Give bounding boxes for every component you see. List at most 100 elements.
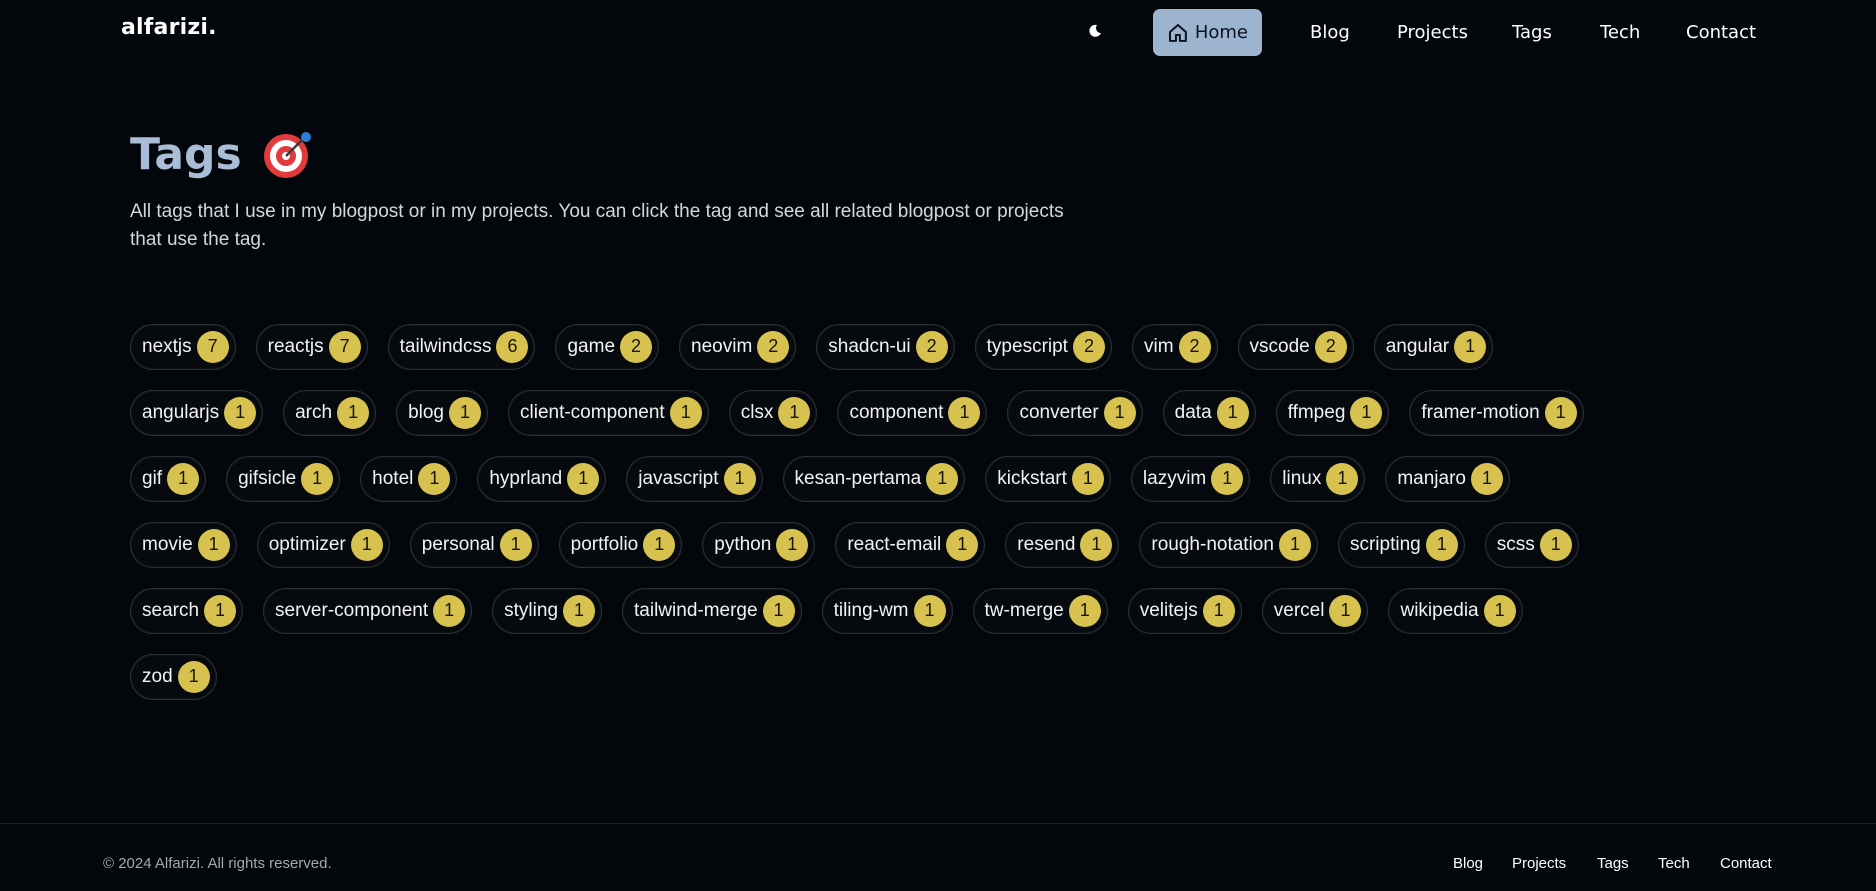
nav-blog[interactable]: Blog xyxy=(1310,9,1350,56)
nav-tags[interactable]: Tags xyxy=(1512,9,1552,56)
tag-pill[interactable]: tailwind-merge 1 xyxy=(622,587,802,634)
nav-home[interactable]: Home xyxy=(1153,9,1262,56)
tag-pill[interactable]: framer-motion 1 xyxy=(1409,389,1584,436)
tag-pill[interactable]: kickstart 1 xyxy=(985,455,1111,502)
tag-pill[interactable]: gifsicle 1 xyxy=(226,455,341,502)
tag-pill[interactable]: javascript 1 xyxy=(626,455,763,502)
tag-label: vercel xyxy=(1273,599,1325,621)
footer-link-tags[interactable]: Tags xyxy=(1597,855,1629,872)
tag-count-badge: 6 xyxy=(496,330,529,363)
tag-pill[interactable]: client-component 1 xyxy=(508,389,709,436)
tag-pill[interactable]: gif 1 xyxy=(130,455,207,502)
tag-count-badge: 1 xyxy=(499,528,532,561)
tag-count-badge: 1 xyxy=(946,528,979,561)
tag-pill[interactable]: data 1 xyxy=(1162,389,1256,436)
tag-pill[interactable]: styling 1 xyxy=(492,587,603,634)
tag-count-badge: 1 xyxy=(204,594,237,627)
tag-count-badge: 1 xyxy=(167,462,200,495)
tag-label: python xyxy=(714,533,772,555)
nav-contact[interactable]: Contact xyxy=(1686,9,1756,56)
tag-count-badge: 1 xyxy=(1202,594,1235,627)
tag-pill[interactable]: arch 1 xyxy=(283,389,377,436)
tag-pill[interactable]: lazyvim 1 xyxy=(1130,455,1251,502)
tag-label: scripting xyxy=(1349,533,1421,555)
tag-pill[interactable]: nextjs 7 xyxy=(130,323,236,370)
tag-count-badge: 1 xyxy=(301,462,334,495)
tag-pill[interactable]: personal 1 xyxy=(409,521,539,568)
tag-pill[interactable]: server-component 1 xyxy=(263,587,473,634)
site-header: alfarizi. Home Blog Projects Tags Tech C… xyxy=(0,0,1876,62)
tag-pill[interactable]: angularjs 1 xyxy=(130,389,264,436)
tag-pill[interactable]: kesan-pertama 1 xyxy=(782,455,966,502)
tag-pill[interactable]: reactjs 7 xyxy=(255,323,368,370)
tag-label: data xyxy=(1174,401,1212,423)
tag-pill[interactable]: tailwindcss 6 xyxy=(387,323,536,370)
tag-pill[interactable]: scripting 1 xyxy=(1337,521,1465,568)
tag-pill[interactable]: vscode 2 xyxy=(1237,323,1354,370)
tag-pill[interactable]: tw-merge 1 xyxy=(972,587,1108,634)
tag-label: neovim xyxy=(691,335,753,357)
tag-pill[interactable]: hyprland 1 xyxy=(477,455,607,502)
footer-link-contact[interactable]: Contact xyxy=(1720,855,1772,872)
tag-pill[interactable]: hotel 1 xyxy=(360,455,458,502)
tag-pill[interactable]: optimizer 1 xyxy=(256,521,390,568)
tag-label: javascript xyxy=(638,467,719,489)
tag-label: styling xyxy=(504,599,559,621)
tag-pill[interactable]: clsx 1 xyxy=(728,389,818,436)
tag-pill[interactable]: resend 1 xyxy=(1005,521,1120,568)
tag-pill[interactable]: converter 1 xyxy=(1007,389,1143,436)
tag-count-badge: 1 xyxy=(1350,396,1383,429)
tag-pill[interactable]: search 1 xyxy=(130,587,244,634)
tag-pill[interactable]: movie 1 xyxy=(130,521,237,568)
tag-label: reactjs xyxy=(267,335,324,357)
tag-label: blog xyxy=(408,401,444,423)
tag-label: angular xyxy=(1385,335,1450,357)
tag-pill[interactable]: scss 1 xyxy=(1484,521,1579,568)
nav-tech[interactable]: Tech xyxy=(1600,9,1640,56)
tag-count-badge: 1 xyxy=(776,528,809,561)
tag-pill[interactable]: component 1 xyxy=(837,389,988,436)
tag-pill[interactable]: angular 1 xyxy=(1373,323,1494,370)
tag-pill[interactable]: neovim 2 xyxy=(679,323,797,370)
tag-pill[interactable]: velitejs 1 xyxy=(1127,587,1242,634)
tag-pill[interactable]: tiling-wm 1 xyxy=(821,587,953,634)
tag-pill[interactable]: vim 2 xyxy=(1131,323,1218,370)
tag-pill[interactable]: ffmpeg 1 xyxy=(1275,389,1390,436)
tag-count-badge: 1 xyxy=(449,396,481,429)
footer-link-blog[interactable]: Blog xyxy=(1453,855,1483,872)
tag-pill[interactable]: game 2 xyxy=(555,323,660,370)
tag-count-badge: 1 xyxy=(1216,396,1249,429)
tag-pill[interactable]: wikipedia 1 xyxy=(1388,587,1523,634)
tag-pill[interactable]: vercel 1 xyxy=(1261,587,1369,634)
footer-link-tech[interactable]: Tech xyxy=(1658,855,1690,872)
tag-pill[interactable]: typescript 2 xyxy=(974,323,1112,370)
tag-pill[interactable]: zod 1 xyxy=(130,653,217,700)
tag-label: velitejs xyxy=(1139,599,1198,621)
tag-count-badge: 1 xyxy=(1278,528,1311,561)
tag-label: hyprland xyxy=(489,467,563,489)
tag-pill[interactable]: react-email 1 xyxy=(835,521,986,568)
tag-label: arch xyxy=(295,401,333,423)
tag-row: search 1 server-component 1 styling 1 tailwind… xyxy=(130,587,1750,634)
tag-label: rough-notation xyxy=(1151,533,1274,555)
tag-count-badge: 2 xyxy=(1072,330,1105,363)
tag-label: component xyxy=(849,401,944,423)
tag-count-badge: 1 xyxy=(1539,528,1572,561)
tag-count-badge: 1 xyxy=(1326,462,1359,495)
tag-pill[interactable]: blog 1 xyxy=(396,389,488,436)
tag-pill[interactable]: shadcn-ui 2 xyxy=(816,323,955,370)
tag-label: lazyvim xyxy=(1142,467,1207,489)
tag-count-badge: 2 xyxy=(757,330,790,363)
tag-label: manjaro xyxy=(1397,467,1466,489)
tag-pill[interactable]: python 1 xyxy=(702,521,816,568)
tag-pill[interactable]: portfolio 1 xyxy=(558,521,683,568)
tag-count-badge: 1 xyxy=(913,594,946,627)
tag-pill[interactable]: rough-notation 1 xyxy=(1139,521,1318,568)
tag-count-badge: 1 xyxy=(1211,462,1244,495)
nav-projects[interactable]: Projects xyxy=(1397,9,1468,56)
tag-pill[interactable]: manjaro 1 xyxy=(1385,455,1510,502)
tag-label: nextjs xyxy=(142,335,192,357)
tag-label: personal xyxy=(421,533,495,555)
tag-pill[interactable]: linux 1 xyxy=(1270,455,1366,502)
footer-link-projects[interactable]: Projects xyxy=(1512,855,1566,872)
